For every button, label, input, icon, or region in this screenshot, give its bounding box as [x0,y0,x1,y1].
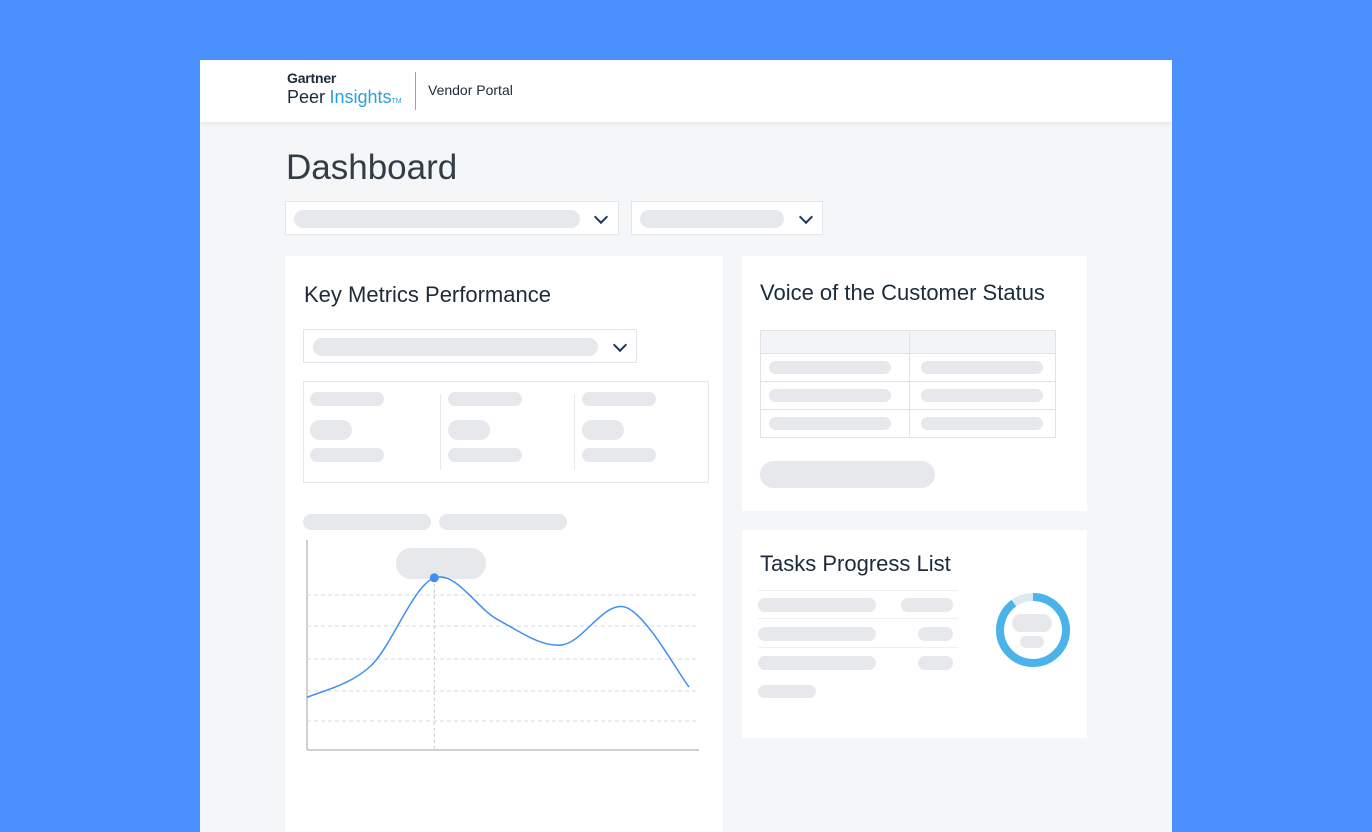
task-2-label[interactable] [758,627,876,641]
logo-insights-text: Insights [329,87,392,107]
donut-value-placeholder [1012,614,1052,632]
metric-1-value [310,420,352,440]
logo-tm-text: TM [391,98,402,105]
metric-3-caption [582,448,656,462]
task-divider [758,590,958,591]
chevron-down-icon [593,209,609,225]
task-divider [758,647,958,648]
tasks-donut-chart [996,593,1070,667]
metric-3-label [582,392,656,406]
chart-highlight-point[interactable] [429,573,439,583]
table-row-3-cell-2 [921,417,1043,430]
metric-1-label [310,392,384,406]
metric-2-label [448,392,522,406]
metric-dropdown[interactable] [303,329,637,363]
brand-logo[interactable]: Gartner Peer InsightsTM [287,70,402,108]
header-divider [415,72,416,110]
tasks-progress-title: Tasks Progress List [760,551,951,576]
metric-dropdown-placeholder [313,338,598,356]
task-1-status [901,598,953,612]
metric-3-value [582,420,624,440]
customer-status-table [760,330,1056,438]
metric-2-caption [448,448,522,462]
table-row-divider [761,409,1055,410]
table-row-3-cell-1 [769,417,891,430]
key-metrics-card: Key Metrics Performance [285,256,723,832]
donut-caption-placeholder [1020,636,1044,648]
task-2-status [918,627,953,641]
portal-label: Vendor Portal [428,82,513,98]
table-row-1-cell-2 [921,361,1043,374]
tasks-progress-card: Tasks Progress List [742,530,1087,738]
task-3-label[interactable] [758,656,876,670]
task-3-status [918,656,953,670]
metric-divider [440,394,441,470]
chevron-down-icon [612,337,628,353]
chart-tooltip [396,548,486,579]
metric-2-value [448,420,490,440]
chevron-down-icon [798,209,814,225]
filter-2-placeholder [640,210,784,228]
task-divider [758,618,958,619]
key-metrics-title: Key Metrics Performance [304,282,551,307]
page-title: Dashboard [286,148,458,187]
view-details-button[interactable] [760,461,935,488]
table-row-divider [761,381,1055,382]
table-row-2-cell-2 [921,389,1043,402]
table-column-divider [909,331,910,437]
voice-of-customer-card: Voice of the Customer Status [742,256,1087,511]
filter-1-placeholder [294,210,580,228]
table-row-1-cell-1 [769,361,891,374]
top-bar: Gartner Peer InsightsTM Vendor Portal [200,60,1172,122]
chart-legend-1[interactable] [303,514,431,530]
filter-dropdown-2[interactable] [631,201,823,235]
metrics-summary-box [303,381,709,483]
voice-of-customer-title: Voice of the Customer Status [760,280,1045,305]
view-all-tasks-link[interactable] [758,685,816,698]
logo-peer-text: Peer [287,87,326,107]
metric-divider [574,394,575,470]
metric-1-caption [310,448,384,462]
table-header [761,331,1055,354]
task-1-label[interactable] [758,598,876,612]
chart-legend-2[interactable] [439,514,567,530]
logo-gartner-text: Gartner [287,70,337,86]
table-row-2-cell-1 [769,389,891,402]
line-chart [306,540,699,751]
app-window: Gartner Peer InsightsTM Vendor Portal Da… [200,60,1172,832]
filter-dropdown-1[interactable] [285,201,619,235]
